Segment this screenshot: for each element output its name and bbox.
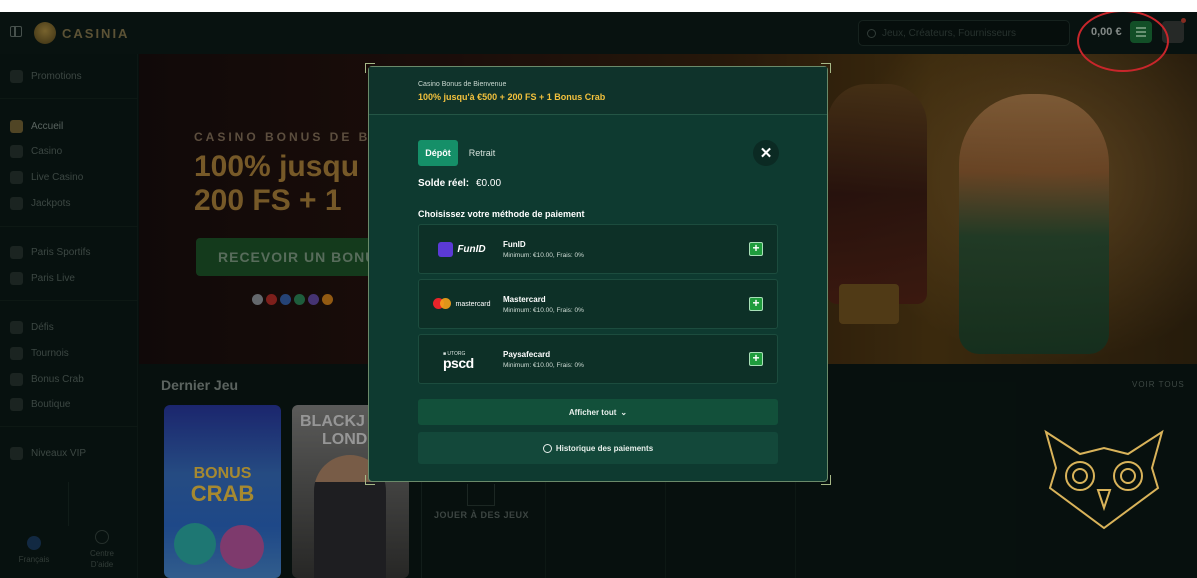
paysafecard-logo: ■ UTORG pscd <box>429 348 495 370</box>
real-balance-value: €0.00 <box>476 178 502 189</box>
balance-highlight-circle <box>1077 12 1169 72</box>
method-details: Minimum: €10.00, Frais: 0% <box>503 307 584 314</box>
owl-logo <box>1044 429 1164 530</box>
payment-history-button[interactable]: Historique des paiements <box>418 432 778 464</box>
tab-withdraw[interactable]: Retrait <box>464 140 500 166</box>
payment-history-label: Historique des paiements <box>555 443 654 453</box>
plus-icon: + <box>752 241 760 255</box>
psc-logo-text: pscd <box>443 355 474 371</box>
add-method-button[interactable]: + <box>749 352 763 366</box>
welcome-bonus-offer[interactable]: 100% jusqu'à €500 + 200 FS + 1 Bonus Cra… <box>418 92 605 102</box>
add-method-button[interactable]: + <box>749 297 763 311</box>
modal-corner-ornament <box>821 475 831 485</box>
plus-icon: + <box>752 296 760 310</box>
deposit-modal: Casino Bonus de Bienvenue 100% jusqu'à €… <box>365 63 831 485</box>
psc-logo-wrap: ■ UTORG pscd <box>443 350 474 371</box>
tab-deposit[interactable]: Dépôt <box>418 140 458 166</box>
modal-header: Casino Bonus de Bienvenue 100% jusqu'à €… <box>369 67 827 115</box>
show-all-button[interactable]: Afficher tout ⌄ <box>418 399 778 425</box>
mastercard-logo-text: mastercard <box>455 300 491 308</box>
casino-app: CASINIA Jeux, Créateurs, Fournisseurs 0,… <box>0 12 1197 578</box>
real-balance-label: Solde réel: <box>418 178 470 189</box>
funid-badge-icon <box>438 241 454 257</box>
method-details: Minimum: €10.00, Frais: 0% <box>503 252 584 259</box>
plus-icon: + <box>752 351 760 365</box>
chevron-down-icon: ⌄ <box>620 407 628 417</box>
method-name: FunID <box>503 240 526 249</box>
add-method-button[interactable]: + <box>749 242 763 256</box>
show-all-label: Afficher tout <box>568 407 617 417</box>
close-button[interactable]: ✕ <box>753 140 779 166</box>
payment-method-heading: Choisissez votre méthode de paiement <box>418 209 585 219</box>
payment-method-funid[interactable]: FunID FunID Minimum: €10.00, Frais: 0% + <box>418 224 778 274</box>
method-name: Mastercard <box>503 295 546 304</box>
payment-method-paysafecard[interactable]: ■ UTORG pscd Paysafecard Minimum: €10.00… <box>418 334 778 384</box>
payment-method-mastercard[interactable]: mastercard Mastercard Minimum: €10.00, F… <box>418 279 778 329</box>
funid-logo-text: FunID <box>457 243 486 255</box>
mastercard-logo: mastercard <box>429 293 495 315</box>
clock-icon <box>542 443 552 453</box>
mastercard-circles-icon <box>433 298 452 310</box>
method-details: Minimum: €10.00, Frais: 0% <box>503 362 584 369</box>
modal-corner-ornament <box>365 475 375 485</box>
method-name: Paysafecard <box>503 350 551 359</box>
welcome-bonus-label: Casino Bonus de Bienvenue <box>418 81 507 88</box>
close-icon: ✕ <box>759 145 773 162</box>
funid-logo: FunID <box>429 238 495 260</box>
